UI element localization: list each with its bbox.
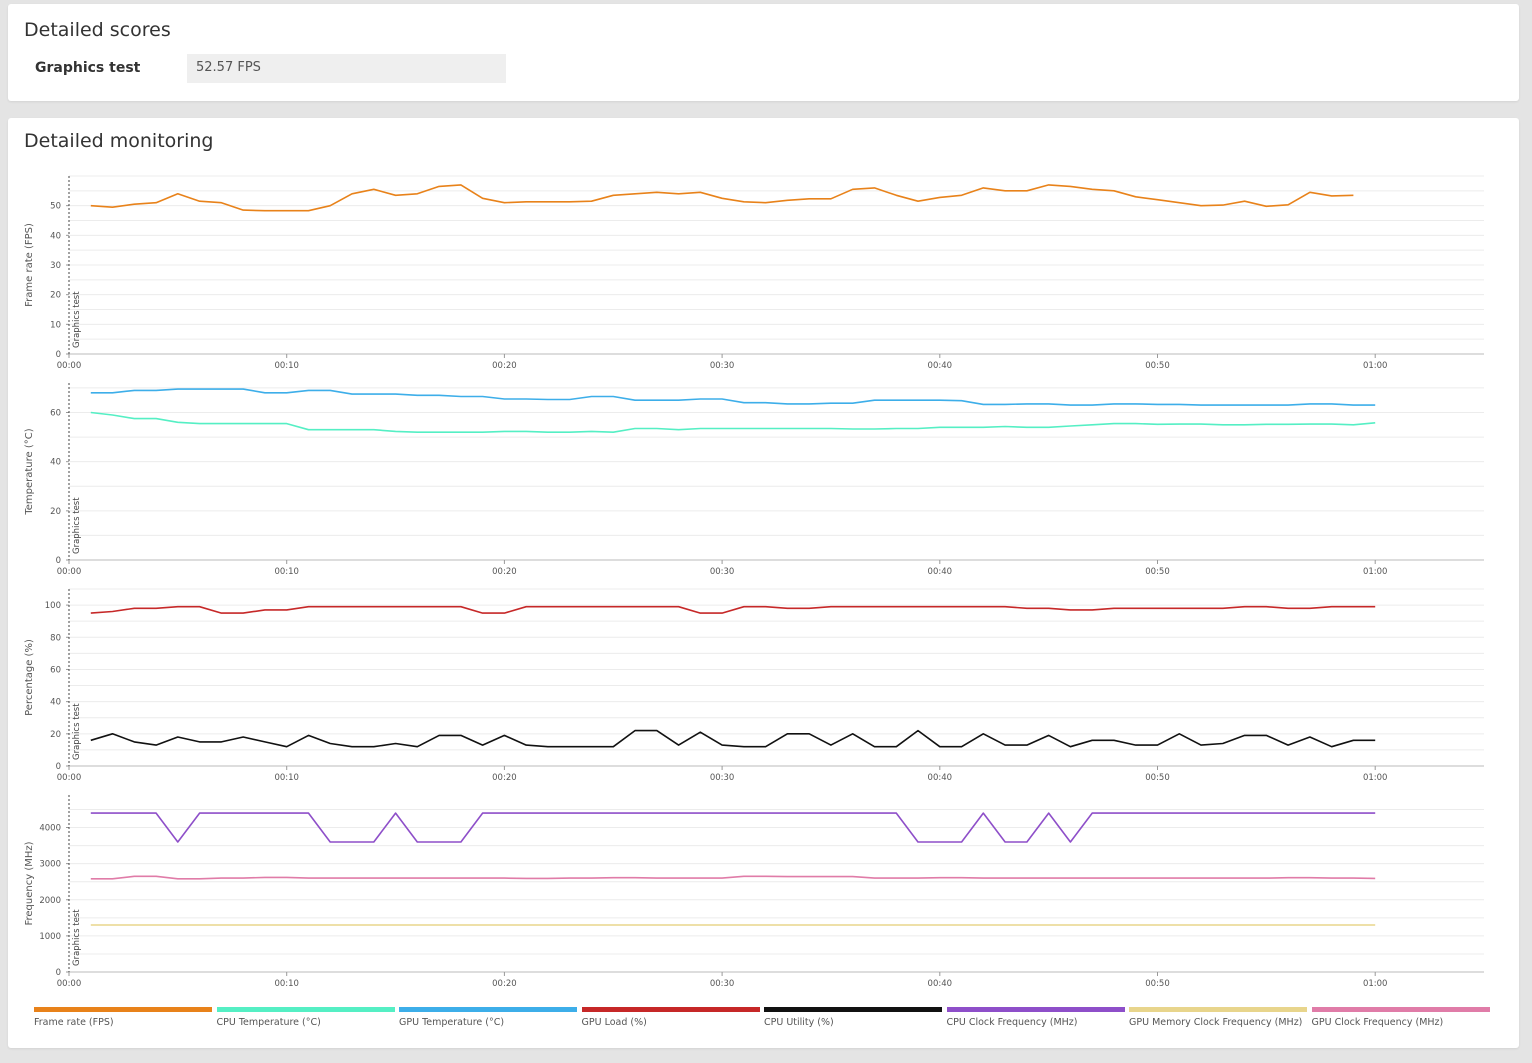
x-tick-label: 00:50 [1145, 567, 1170, 577]
detailed-monitoring-card: Detailed monitoring 0 10 20 30 40 50 00:00 00:1… [8, 118, 1519, 1048]
legend-item[interactable]: Frame rate (FPS) [34, 1007, 212, 1028]
series-line-gpu-temperature-c [90, 388, 1376, 406]
legend-label: Frame rate (FPS) [34, 1017, 114, 1028]
legend-label: GPU Clock Frequency (MHz) [1311, 1017, 1444, 1028]
x-tick-label: 00:20 [492, 773, 517, 783]
y-tick-label: 0 [56, 968, 61, 978]
x-tick-label: 00:40 [928, 567, 953, 577]
x-tick-label: 00:10 [274, 567, 299, 577]
detailed-scores-card: Detailed scores Graphics test 52.57 FPS [8, 4, 1519, 101]
x-tick-label: 00:40 [928, 773, 953, 783]
chart-panel-3: 0 20 40 60 80 100 00:00 00:10 00:20 00:30 00:40 00:… [24, 588, 1484, 783]
y-tick-label: 20 [50, 507, 61, 517]
legend-label: GPU Memory Clock Frequency (MHz) [1129, 1017, 1303, 1028]
legend-label: GPU Load (%) [581, 1017, 647, 1028]
legend-item[interactable]: CPU Utility (%) [764, 1007, 942, 1028]
y-tick-label: 10 [50, 320, 61, 330]
y-axis-label: Frame rate (FPS) [24, 223, 35, 307]
x-tick-label: 00:30 [710, 773, 735, 783]
legend-swatch [1311, 1007, 1490, 1012]
legend-label: CPU Utility (%) [764, 1017, 834, 1028]
y-tick-label: 0 [56, 762, 61, 772]
graphics-test-marker-label: Graphics test [72, 291, 82, 348]
x-tick-label: 00:00 [57, 361, 82, 371]
series-line-cpu-utility [90, 729, 1376, 748]
y-tick-label: 3000 [39, 860, 61, 870]
y-tick-label: 30 [50, 261, 61, 271]
legend-swatch [1129, 1007, 1307, 1012]
legend-item[interactable]: CPU Clock Frequency (MHz) [946, 1007, 1125, 1028]
x-tick-label: 00:50 [1145, 361, 1170, 371]
y-tick-label: 4000 [39, 824, 61, 834]
x-tick-label: 00:50 [1145, 773, 1170, 783]
series-line-cpu-temperature-c [90, 411, 1376, 434]
legend-label: CPU Temperature (°C) [216, 1017, 321, 1028]
legend-swatch [764, 1007, 942, 1012]
legend-item[interactable]: GPU Load (%) [581, 1007, 760, 1028]
legend-swatch [216, 1007, 395, 1012]
x-tick-label: 01:00 [1363, 979, 1388, 989]
y-axis-label: Frequency (MHz) [24, 841, 35, 925]
x-tick-label: 00:00 [57, 979, 82, 989]
graphics-test-value: 52.57 FPS [187, 54, 506, 83]
chart-panel-1: 0 10 20 30 40 50 00:00 00:10 00:20 00:30 00:40 00:5… [24, 175, 1484, 371]
y-tick-label: 100 [45, 601, 61, 611]
y-axis-label: Temperature (°C) [24, 428, 35, 515]
y-tick-label: 80 [50, 633, 61, 643]
legend-swatch [34, 1007, 212, 1012]
y-tick-label: 20 [50, 730, 61, 740]
legend-item[interactable]: GPU Memory Clock Frequency (MHz) [1129, 1007, 1307, 1028]
legend-label: CPU Clock Frequency (MHz) [946, 1017, 1078, 1028]
x-tick-label: 00:10 [274, 361, 299, 371]
y-tick-label: 0 [56, 350, 61, 360]
x-tick-label: 00:20 [492, 979, 517, 989]
legend-swatch [581, 1007, 760, 1012]
x-tick-label: 00:20 [492, 567, 517, 577]
legend-item[interactable]: GPU Clock Frequency (MHz) [1311, 1007, 1490, 1028]
detailed-scores-title: Detailed scores [24, 19, 171, 41]
series-line-gpu-clock-frequency-mhz [90, 875, 1376, 880]
x-tick-label: 01:00 [1363, 773, 1388, 783]
graphics-test-marker-label: Graphics test [72, 703, 82, 760]
y-tick-label: 60 [50, 665, 61, 675]
monitoring-charts: 0 10 20 30 40 50 00:00 00:10 00:20 00:30 00:40 00:5… [24, 175, 1484, 989]
chart-legend: Frame rate (FPS) CPU Temperature (°C) GPU … [34, 1007, 1494, 1037]
x-tick-label: 00:00 [57, 773, 82, 783]
y-tick-label: 40 [50, 458, 61, 468]
series-line-gpu-load [90, 605, 1376, 614]
x-tick-label: 00:10 [274, 979, 299, 989]
x-tick-label: 00:30 [710, 567, 735, 577]
x-tick-label: 00:40 [928, 361, 953, 371]
y-axis-label: Percentage (%) [24, 639, 35, 716]
x-tick-label: 00:30 [710, 361, 735, 371]
x-tick-label: 00:50 [1145, 979, 1170, 989]
legend-swatch [399, 1007, 577, 1012]
y-tick-label: 40 [50, 231, 61, 241]
y-tick-label: 2000 [39, 896, 61, 906]
x-tick-label: 00:40 [928, 979, 953, 989]
y-tick-label: 40 [50, 698, 61, 708]
legend-swatch [946, 1007, 1125, 1012]
x-tick-label: 00:00 [57, 567, 82, 577]
x-tick-label: 01:00 [1363, 361, 1388, 371]
x-tick-label: 01:00 [1363, 567, 1388, 577]
chart-panel-2: 0 20 40 60 00:00 00:10 00:20 00:30 00:40 00:50 01:… [24, 383, 1484, 577]
series-line-frame-rate-fps [90, 184, 1354, 212]
legend-item[interactable]: GPU Temperature (°C) [399, 1007, 577, 1028]
y-tick-label: 1000 [39, 932, 61, 942]
x-tick-label: 00:30 [710, 979, 735, 989]
legend-label: GPU Temperature (°C) [399, 1017, 505, 1028]
x-tick-label: 00:20 [492, 361, 517, 371]
x-tick-label: 00:10 [274, 773, 299, 783]
chart-panel-4: 0 1000 2000 3000 4000 00:00 00:10 00:20 00:30 00:… [24, 795, 1484, 989]
legend-item[interactable]: CPU Temperature (°C) [216, 1007, 395, 1028]
graphics-test-marker-label: Graphics test [72, 497, 82, 554]
graphics-test-label: Graphics test [35, 60, 141, 76]
y-tick-label: 0 [56, 556, 61, 566]
graphics-test-marker-label: Graphics test [72, 909, 82, 966]
y-tick-label: 60 [50, 409, 61, 419]
y-tick-label: 20 [50, 291, 61, 301]
y-tick-label: 50 [50, 202, 61, 212]
